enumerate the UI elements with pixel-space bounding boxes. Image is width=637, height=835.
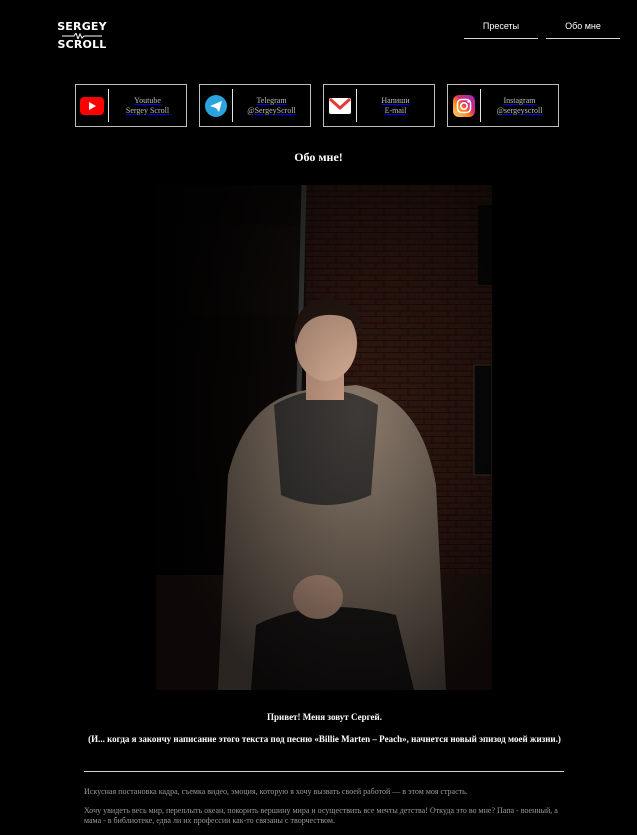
youtube-handle: Sergey Scroll [125,105,170,115]
telegram-icon [200,84,232,127]
intro-text: Привет! Меня зовут Сергей. [267,712,382,722]
youtube-icon [76,84,108,127]
nav-presets[interactable]: Пресеты [464,14,538,39]
top-nav: Пресеты Обо мне [464,14,620,39]
youtube-button[interactable]: Youtube Sergey Scroll [75,84,187,127]
paragraph-passion: Искусная постановка кадра, съемка видео,… [84,787,468,796]
telegram-label: Telegram @SergeyScroll [233,96,310,116]
mail-title: Напиши [381,95,410,105]
instagram-button[interactable]: Instagram @sergeyscroll [447,84,559,127]
portrait-illustration [156,185,492,690]
instagram-title: Instagram [503,95,536,105]
nav-about[interactable]: Обо мне [546,14,620,39]
portrait-photo [156,185,492,690]
social-links: Youtube Sergey Scroll Telegram @SergeySc… [75,84,559,127]
instagram-icon [448,84,480,127]
mail-label: Напиши E-mail [357,96,434,116]
youtube-title: Youtube [134,95,161,105]
instagram-label: Instagram @sergeyscroll [481,96,558,116]
youtube-label: Youtube Sergey Scroll [109,96,186,116]
mail-icon [324,84,356,127]
logo-line1: SERGEY [57,20,107,33]
divider-line [84,771,564,772]
logo-line2: SCROLL [57,38,107,51]
paragraph-dreams: Хочу увидеть весь мир, переплыть океан, … [84,806,558,825]
mail-sub: E-mail [384,105,407,115]
mail-button[interactable]: Напиши E-mail [323,84,435,127]
telegram-button[interactable]: Telegram @SergeyScroll [199,84,311,127]
logo[interactable]: SERGEY SCROLL [57,21,107,57]
telegram-title: Telegram [256,95,287,105]
instagram-handle: @sergeyscroll [496,105,543,115]
quote-text: (И... когда я закончу написание этого те… [88,734,561,744]
page-title: Обо мне! [294,150,343,164]
telegram-handle: @SergeyScroll [247,105,296,115]
